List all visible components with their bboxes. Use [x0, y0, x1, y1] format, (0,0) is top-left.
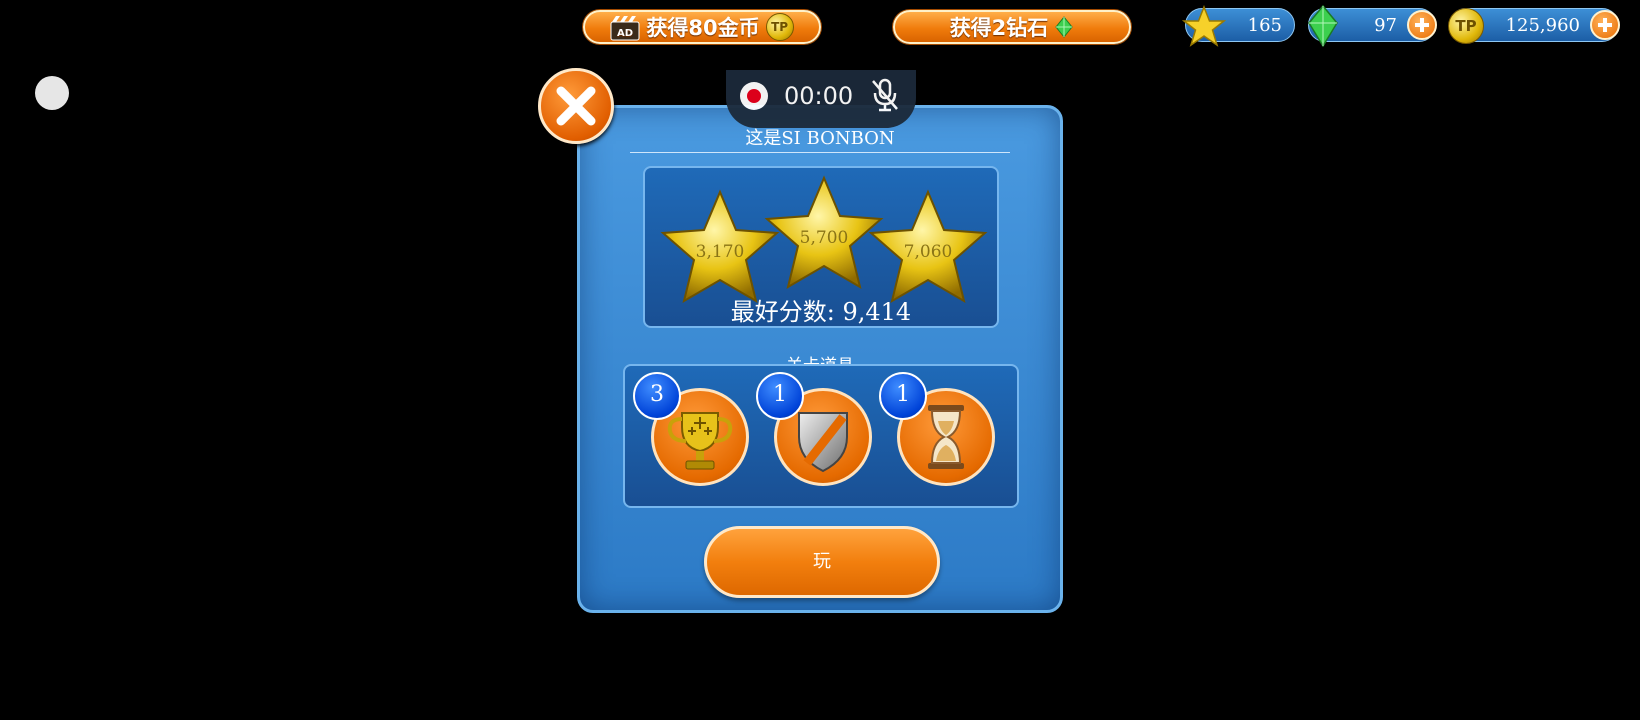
add-coins-button[interactable]: [1590, 10, 1620, 40]
screen-recorder-bar: 00:00: [726, 70, 916, 128]
play-button[interactable]: 玩: [704, 526, 940, 598]
coins-total: 125,960: [1505, 15, 1580, 36]
level-dialog: 这是SI BONBON 3,170 5,700 7,060 最好分数: 9,41…: [577, 105, 1063, 613]
trophy-count-badge: 3: [633, 372, 681, 420]
svg-text:AD: AD: [617, 28, 633, 39]
stars-total: 165: [1247, 15, 1282, 36]
mic-muted-icon[interactable]: [870, 78, 900, 112]
shield-count-badge: 1: [756, 372, 804, 420]
green-gem-icon: [1055, 16, 1073, 38]
watch-ad-coins-label: 获得80金币: [646, 16, 760, 40]
tp-coin-icon: TP: [1448, 8, 1484, 44]
get-diamonds-label: 获得2钻石: [949, 16, 1049, 40]
star-icon: [1182, 5, 1226, 47]
get-diamonds-button[interactable]: 获得2钻石: [893, 10, 1131, 44]
ad-clapper-icon: AD: [610, 15, 640, 41]
green-gem-icon: [1308, 5, 1338, 47]
star-goals-box: 3,170 5,700 7,060 最好分数: 9,414: [643, 166, 999, 328]
stars-counter: 165: [1182, 5, 1295, 47]
star-goal-3-score: 7,060: [903, 242, 953, 262]
gems-counter: 97: [1308, 5, 1437, 47]
hourglass-count-badge: 1: [879, 372, 927, 420]
title-divider: [630, 152, 1010, 153]
close-button[interactable]: [538, 68, 614, 144]
record-icon[interactable]: [740, 82, 768, 110]
level-items-box: 3 1 1: [623, 364, 1019, 508]
watch-ad-coins-button[interactable]: AD 获得80金币 TP: [583, 10, 821, 44]
recording-timer: 00:00: [784, 82, 854, 110]
coins-counter: TP 125,960: [1448, 8, 1620, 44]
best-score: 最好分数: 9,414: [730, 298, 912, 326]
gems-total: 97: [1374, 15, 1397, 36]
add-gems-button[interactable]: [1407, 10, 1437, 40]
tp-coin-icon: TP: [765, 13, 794, 41]
star-goal-3: 7,060: [863, 188, 993, 306]
close-icon: [556, 86, 596, 126]
floating-assistive-button[interactable]: [35, 76, 69, 110]
